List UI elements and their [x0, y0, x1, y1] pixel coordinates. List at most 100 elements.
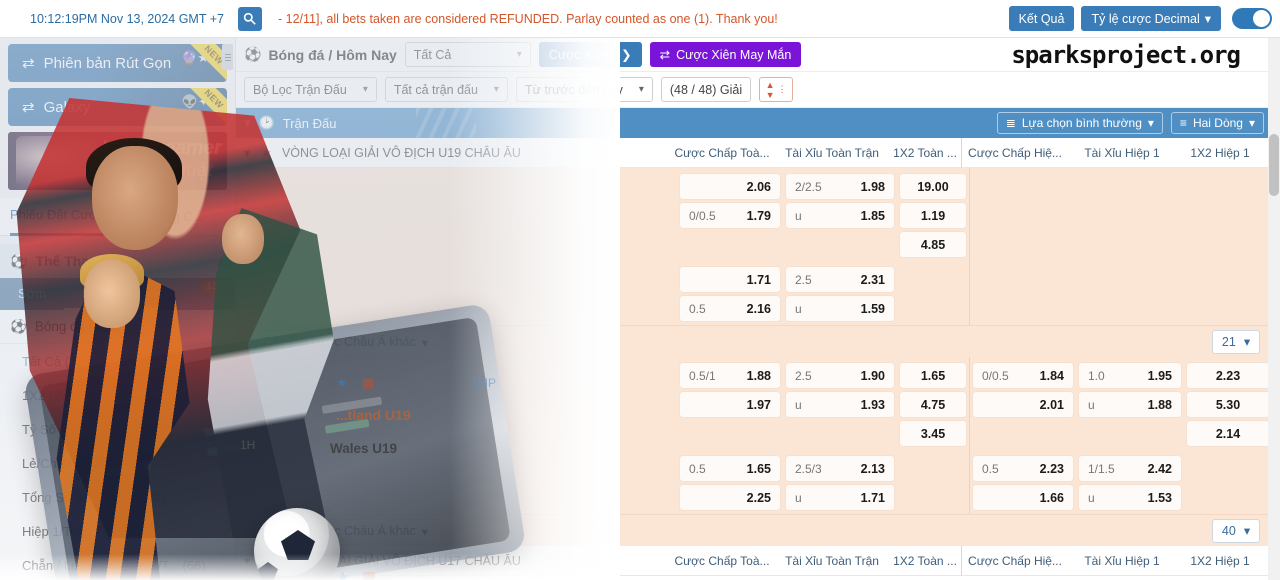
list-icon: ≣	[1005, 116, 1016, 130]
sidebar-item-total-goals[interactable]: Tổng Số Bàn Thắng (83)	[0, 480, 235, 514]
ou-line: 1/1.5	[1088, 461, 1115, 476]
parlay-button[interactable]: Cược Xiên ❯	[538, 42, 642, 67]
match-row[interactable]: 1.71 0.5 2.16 2.5 2.31 u 1.59 Các loại c…	[236, 261, 1272, 357]
odds-cell[interactable]: 3.45	[900, 421, 966, 446]
odds-grid: 0.5/1 1.88 1.97 2.5 1.90 u 1.93 1.65 4.7…	[236, 357, 1272, 450]
main-content: ⚽ Bóng đá / Hôm Nay Tất Cả ▾ Cược Xiên ❯…	[236, 38, 1272, 580]
chevron-right-icon: ❯	[621, 48, 632, 62]
match-row[interactable]: 2.06 0/0.5 1.79 2/2.5 1.98 u 1.85 19.00 …	[236, 168, 1272, 261]
odds-cell[interactable]: 2/2.5 1.98	[786, 174, 894, 199]
odds-cell[interactable]: 0.5 2.23	[973, 456, 1073, 481]
odds-cell[interactable]: 1.65	[900, 363, 966, 388]
odds-cell[interactable]: u 1.71	[786, 485, 894, 510]
time-range-select[interactable]: Từ trước đến nay ▾	[515, 77, 653, 102]
odds-cell[interactable]: u 1.53	[1079, 485, 1181, 510]
chevron-down-icon[interactable]: ▾	[244, 115, 251, 131]
odds-value: 1.59	[860, 301, 885, 316]
odds-cell[interactable]: 1/1.5 2.42	[1079, 456, 1181, 481]
lucky-parlay-button[interactable]: ⇄ Cược Xiên May Mắn	[649, 42, 802, 67]
odds-cell[interactable]: 2.25	[680, 485, 780, 510]
sidebar-category-football[interactable]: ⚽ Bóng đá (195)	[0, 310, 235, 344]
chevron-up-icon: ▴	[217, 252, 225, 269]
sidebar-item-correct-score[interactable]: Tỷ Số Chính Xác	[0, 412, 235, 446]
match-row[interactable]: 0.5/1 1.88 1.97 2.5 1.90 u 1.93 1.65 4.7…	[236, 357, 1272, 450]
chevron-down-icon[interactable]: ▾	[244, 145, 250, 160]
odds-cell[interactable]: 1.66	[973, 485, 1073, 510]
view-mode-select[interactable]: ≣ Lựa chọn bình thường ▾	[996, 112, 1163, 134]
odds-cell[interactable]: 1.71	[680, 267, 780, 292]
sidebar-collapse-handle[interactable]	[222, 44, 233, 70]
search-icon[interactable]	[237, 6, 262, 31]
odds-cell[interactable]: 0.5 2.16	[680, 296, 780, 321]
results-button[interactable]: Kết Quả	[1008, 6, 1075, 31]
display-toggle[interactable]	[1232, 8, 1272, 29]
odds-value: 4.85	[920, 237, 946, 252]
odds-cell[interactable]: 0/0.5 1.84	[973, 363, 1073, 388]
odds-cell[interactable]: 2.5 2.31	[786, 267, 894, 292]
odds-cell[interactable]: 0/0.5 1.79	[680, 203, 780, 228]
more-markets-count-2[interactable]: 40 ▾	[1212, 518, 1260, 543]
league-select[interactable]: Tất Cả ▾	[404, 42, 531, 67]
odds-cell[interactable]: 4.85	[900, 232, 966, 257]
odds-format-select[interactable]: Tỷ lệ cược Decimal ▾	[1081, 6, 1221, 31]
odds-cell[interactable]: u 1.93	[786, 392, 894, 417]
sidebar-item-odd-even[interactable]: Lẻ/Chẵn (102)	[0, 446, 235, 480]
match-row[interactable]: 0.5 1.65 2.25 2.5/3 2.13 u 1.71 0.5 2.23…	[236, 450, 1272, 546]
odds-cell[interactable]: 2.14	[1187, 421, 1269, 446]
odds-cell[interactable]: 5.30	[1187, 392, 1269, 417]
odds-cell[interactable]: u 1.85	[786, 203, 894, 228]
odds-cell[interactable]: 2.23	[1187, 363, 1269, 388]
odds-value: 2.25	[746, 490, 771, 505]
ou-line: u	[1088, 490, 1095, 505]
chevron-down-icon[interactable]: ▾	[244, 553, 250, 568]
odds-cell[interactable]: u 1.88	[1079, 392, 1181, 417]
promo-banner-compact[interactable]: ⇄ Phiên bản Rút Gọn 🔮★ NEW	[8, 44, 227, 82]
star-icon[interactable]: ★	[260, 553, 272, 569]
tab-betslip[interactable]: Phiếu Đặt Cược ▾	[10, 198, 116, 236]
odds-cell[interactable]: 4.75	[900, 392, 966, 417]
sidebar-item-odd-even-half[interactable]: Chẵn / Lẻ của Nửa trận/T... (66)	[0, 548, 235, 580]
ou-line: u	[795, 397, 802, 412]
col-1x2-1h: 1X2 Hiệp 1	[1190, 553, 1250, 568]
odds-value: 1.98	[860, 179, 885, 194]
odds-group-ft: 2.06 0/0.5 1.79 2/2.5 1.98 u 1.85 19.00 …	[677, 168, 969, 261]
league-count-badge[interactable]: (48 / 48) Giải	[660, 77, 752, 102]
odds-cell[interactable]: 19.00	[900, 174, 966, 199]
odds-cell[interactable]: 2.5/3 2.13	[786, 456, 894, 481]
scrollbar-thumb[interactable]	[1269, 134, 1279, 196]
odds-cell[interactable]: 0.5/1 1.88	[680, 363, 780, 388]
sort-updown-icon[interactable]: ▲ ▼ ⋮	[759, 77, 794, 102]
sidebar-item-half-fulltime[interactable]: Hiệp 1/Toàn Trận (72)	[0, 514, 235, 548]
more-markets-count-1[interactable]: 21 ▾	[1212, 329, 1260, 354]
odds-cell[interactable]: 0.5 1.65	[680, 456, 780, 481]
odds-cell[interactable]: 1.0 1.95	[1079, 363, 1181, 388]
hot-streamer-banner[interactable]: Hot Streamer Tường Thuật	[8, 132, 227, 190]
all-matches-select[interactable]: Tất cả trận đấu ▾	[384, 77, 508, 102]
tab-today[interactable]: Hôm Nay	[64, 278, 157, 310]
top-bar: 10:12:19PM Nov 13, 2024 GMT +7 - 12/11],…	[0, 0, 1280, 38]
tab-board[interactable]: Bảng C...	[149, 198, 203, 236]
other-asian-bets-toggle[interactable]: Các loại cược Châu Á khác ▾	[250, 518, 442, 543]
view-mode-label: Lựa chọn bình thường	[1021, 116, 1142, 130]
odds-value: 1.95	[1147, 368, 1172, 383]
sidebar-item-all[interactable]: Tất Cả (118)	[0, 344, 235, 378]
sport-header[interactable]: ⚽ Thể Thao ▴	[0, 244, 235, 278]
odds-cell[interactable]: 2.01	[973, 392, 1073, 417]
match-filter-select[interactable]: Bộ Lọc Trận Đấu ▾	[244, 77, 377, 102]
odds-cell[interactable]: 2.5 1.90	[786, 363, 894, 388]
odds-group-ft: 0.5 1.65 2.25 2.5/3 2.13 u 1.71	[677, 450, 969, 514]
page-scrollbar[interactable]	[1268, 38, 1280, 580]
odds-cell[interactable]: 1.19	[900, 203, 966, 228]
tab-early[interactable]: Sớm	[0, 278, 64, 310]
odds-cell[interactable]: 1.97	[680, 392, 780, 417]
promo-banner-galaxy[interactable]: ⇄ Galaxy 👽✦ NEW	[8, 88, 227, 126]
odds-cell[interactable]: 2.06	[680, 174, 780, 199]
star-icon[interactable]: ★	[260, 145, 272, 161]
watermark-brand: sparksproject.org	[1011, 40, 1241, 69]
odds-grid: 2.06 0/0.5 1.79 2/2.5 1.98 u 1.85 19.00 …	[236, 168, 1272, 261]
col-ou-ft: Tài Xỉu Toàn Trận	[785, 553, 879, 568]
odds-cell[interactable]: u 1.59	[786, 296, 894, 321]
other-asian-bets-toggle[interactable]: Các loại cược Châu Á khác ▾	[250, 329, 442, 354]
rows-mode-select[interactable]: ≡ Hai Dòng ▾	[1170, 112, 1264, 134]
sidebar-item-1x2[interactable]: 1X2 (99)	[0, 378, 235, 412]
